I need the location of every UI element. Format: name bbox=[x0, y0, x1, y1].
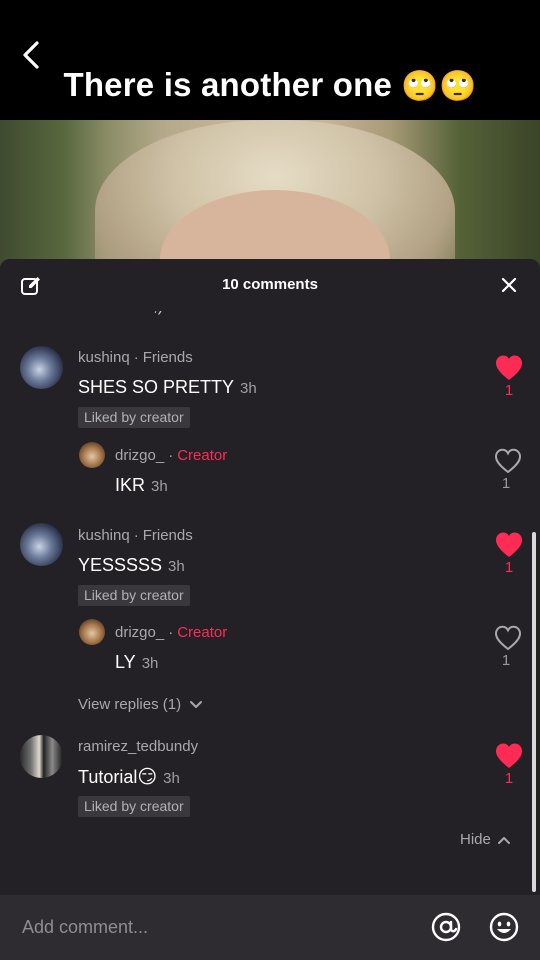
avatar[interactable] bbox=[79, 442, 105, 468]
comment-emoji: 😏 bbox=[137, 766, 158, 788]
comment-body: Tutorial bbox=[78, 767, 138, 787]
liked-by-creator-badge: Liked by creator bbox=[78, 796, 190, 817]
liked-by-creator-badge: Liked by creator bbox=[78, 585, 190, 606]
video-title: There is another one 🙄🙄 bbox=[0, 66, 540, 104]
reply-body: IKR bbox=[115, 475, 146, 495]
avatar[interactable] bbox=[79, 619, 105, 645]
comment-text: Tutorial😏 3h bbox=[78, 766, 180, 788]
reply-text: IKR 3h bbox=[115, 475, 168, 496]
comment-username[interactable]: ramirez_tedbundy bbox=[78, 738, 198, 755]
heart-filled-icon[interactable] bbox=[494, 353, 524, 383]
avatar[interactable] bbox=[20, 735, 63, 778]
video-title-emoji: 🙄🙄 bbox=[401, 69, 477, 104]
relationship-tag: Friends bbox=[142, 527, 193, 544]
reply-text: LY 3h bbox=[115, 652, 158, 673]
at-icon[interactable] bbox=[430, 911, 462, 943]
separator-dot: · bbox=[168, 624, 174, 641]
username-text[interactable]: drizgo_ bbox=[115, 447, 164, 464]
reply-body: LY bbox=[115, 652, 136, 672]
comment-composer bbox=[0, 895, 540, 960]
top-bar: There is another one 🙄🙄 bbox=[0, 0, 540, 120]
comment-time: 3h bbox=[168, 558, 185, 575]
video-preview[interactable] bbox=[0, 120, 540, 280]
like-count: 1 bbox=[501, 475, 511, 492]
like-count: 1 bbox=[504, 559, 514, 576]
like-count: 1 bbox=[504, 770, 514, 787]
comment-text: SHES SO PRETTY 3h bbox=[78, 377, 257, 398]
heart-filled-icon[interactable] bbox=[494, 741, 524, 771]
reply-time: 3h bbox=[151, 478, 168, 495]
comments-sheet: 10 comments Sure ;) 15m kushinq·Friends … bbox=[0, 259, 540, 960]
like-count: 1 bbox=[504, 382, 514, 399]
creator-tag: Creator bbox=[177, 447, 228, 464]
smile-icon[interactable] bbox=[488, 911, 520, 943]
add-comment-input[interactable] bbox=[0, 895, 410, 960]
scrollbar[interactable] bbox=[532, 532, 536, 892]
separator-dot: · bbox=[133, 349, 139, 366]
username-text[interactable]: kushinq bbox=[78, 527, 130, 544]
username-text[interactable]: ramirez_tedbundy bbox=[78, 738, 198, 755]
hide-replies-button[interactable]: Hide bbox=[460, 831, 511, 848]
comment-time: 3h bbox=[240, 380, 257, 397]
chevron-up-icon bbox=[498, 837, 511, 845]
reply-time: 3h bbox=[141, 655, 159, 672]
heart-outline-icon[interactable] bbox=[493, 446, 523, 476]
comment-username[interactable]: kushinq · Friends bbox=[78, 349, 193, 366]
avatar[interactable] bbox=[20, 346, 63, 389]
creator-tag: Creator bbox=[177, 624, 228, 641]
hide-label[interactable]: Hide bbox=[460, 831, 491, 848]
username-text[interactable]: drizgo_ bbox=[115, 624, 164, 641]
video-title-text: There is another one bbox=[63, 66, 393, 103]
view-replies-label[interactable]: View replies (1) bbox=[78, 696, 181, 713]
view-replies-button[interactable]: View replies (1) bbox=[78, 696, 203, 713]
like-count: 1 bbox=[501, 652, 511, 669]
reply-username[interactable]: drizgo_ · Creator bbox=[115, 624, 227, 641]
chevron-down-icon bbox=[190, 701, 203, 709]
reply-username[interactable]: drizgo_ · Creator bbox=[115, 447, 227, 464]
separator-dot: · bbox=[133, 527, 139, 544]
comment-count: 10 comments bbox=[222, 276, 318, 293]
comment-text: YESSSSS 3h bbox=[78, 555, 185, 576]
relationship-tag: Friends bbox=[142, 349, 193, 366]
comment-body: SHES SO PRETTY bbox=[78, 377, 235, 397]
liked-by-creator-badge: Liked by creator bbox=[78, 407, 190, 428]
username-text[interactable]: kushinq bbox=[78, 349, 130, 366]
heart-outline-icon[interactable] bbox=[493, 623, 523, 653]
avatar[interactable] bbox=[20, 523, 63, 566]
close-icon[interactable] bbox=[500, 276, 518, 294]
comment-body: YESSSSS bbox=[78, 555, 163, 575]
separator-dot: · bbox=[168, 447, 174, 464]
heart-filled-icon[interactable] bbox=[494, 530, 524, 560]
comment-username[interactable]: kushinq · Friends bbox=[78, 527, 193, 544]
comment-time: 3h bbox=[163, 770, 180, 787]
comments-header: 10 comments bbox=[0, 259, 540, 311]
